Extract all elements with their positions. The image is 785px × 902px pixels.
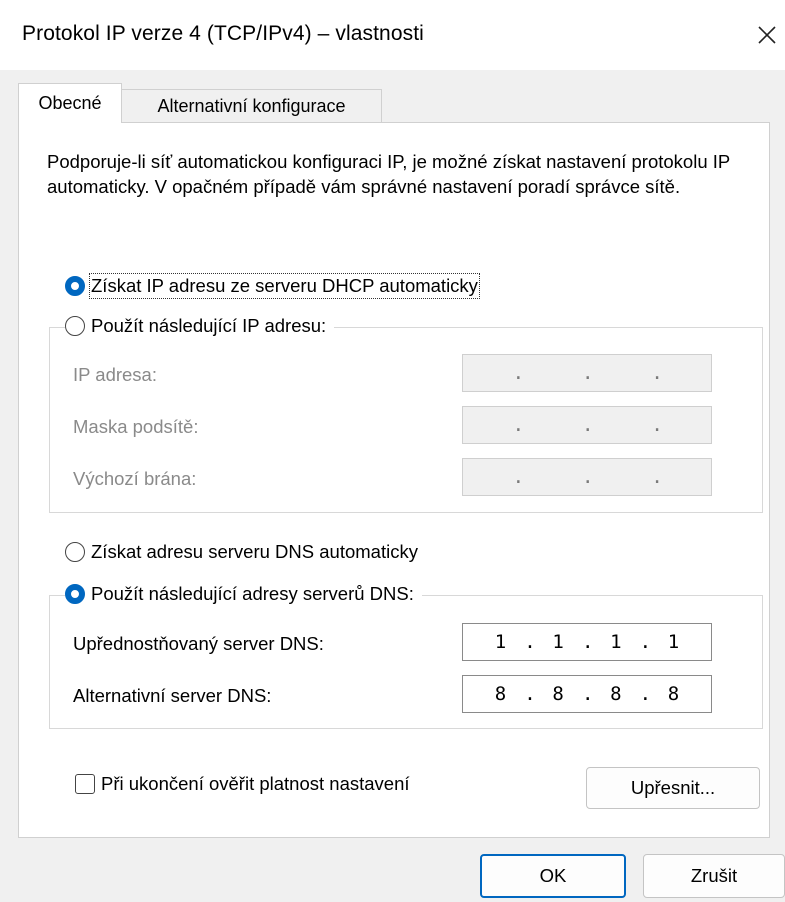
ip-address-input[interactable]: . . . (462, 354, 712, 392)
alternate-dns-input[interactable]: 8. 8. 8. 8 (462, 675, 712, 713)
default-gateway-input[interactable]: . . . (462, 458, 712, 496)
ip-address-label: IP adresa: (73, 364, 157, 385)
radio-dns-auto[interactable]: Získat adresu serveru DNS automaticky (65, 541, 418, 563)
subnet-mask-label: Maska podsítě: (73, 416, 199, 437)
radio-ip-auto-label: Získat IP adresu ze serveru DHCP automat… (89, 273, 480, 299)
advanced-button[interactable]: Upřesnit... (586, 767, 760, 809)
close-button[interactable] (752, 18, 782, 52)
validate-on-exit-box[interactable] (75, 774, 95, 794)
tab-alternate-configuration[interactable]: Alternativní konfigurace (122, 89, 382, 123)
radio-dns-manual-label: Použít následující adresy serverů DNS: (91, 583, 414, 604)
tab-general[interactable]: Obecné (18, 83, 122, 123)
tab-strip: Obecné Alternativní konfigurace (18, 83, 770, 123)
preferred-dns-label: Upřednostňovaný server DNS: (73, 633, 324, 654)
validate-on-exit-label: Při ukončení ověřit platnost nastavení (101, 773, 410, 794)
tab-panel-general: Podporuje-li síť automatickou konfigurac… (18, 122, 770, 838)
title-bar: Protokol IP verze 4 (TCP/IPv4) – vlastno… (0, 0, 785, 70)
radio-ip-manual-label: Použít následující IP adresu: (91, 315, 327, 336)
radio-dns-manual-indicator[interactable] (65, 584, 85, 604)
default-gateway-label: Výchozí brána: (73, 468, 197, 489)
validate-on-exit-checkbox[interactable]: Při ukončení ověřit platnost nastavení (75, 773, 410, 795)
preferred-dns-input[interactable]: 1. 1. 1. 1 (462, 623, 712, 661)
window-title: Protokol IP verze 4 (TCP/IPv4) – vlastno… (22, 22, 424, 45)
cancel-button[interactable]: Zrušit (643, 854, 785, 898)
subnet-mask-input[interactable]: . . . (462, 406, 712, 444)
close-icon (758, 26, 776, 44)
radio-ip-manual-indicator[interactable] (65, 316, 85, 336)
radio-ip-auto-indicator[interactable] (65, 276, 85, 296)
radio-ip-auto[interactable]: Získat IP adresu ze serveru DHCP automat… (65, 273, 480, 299)
intro-text: Podporuje-li síť automatickou konfigurac… (47, 151, 730, 197)
radio-dns-auto-indicator[interactable] (65, 542, 85, 562)
radio-dns-auto-label: Získat adresu serveru DNS automaticky (91, 541, 418, 562)
radio-ip-manual[interactable]: Použít následující IP adresu: (65, 315, 335, 337)
alternate-dns-label: Alternativní server DNS: (73, 685, 272, 706)
ok-button[interactable]: OK (480, 854, 626, 898)
radio-dns-manual[interactable]: Použít následující adresy serverů DNS: (65, 583, 422, 605)
